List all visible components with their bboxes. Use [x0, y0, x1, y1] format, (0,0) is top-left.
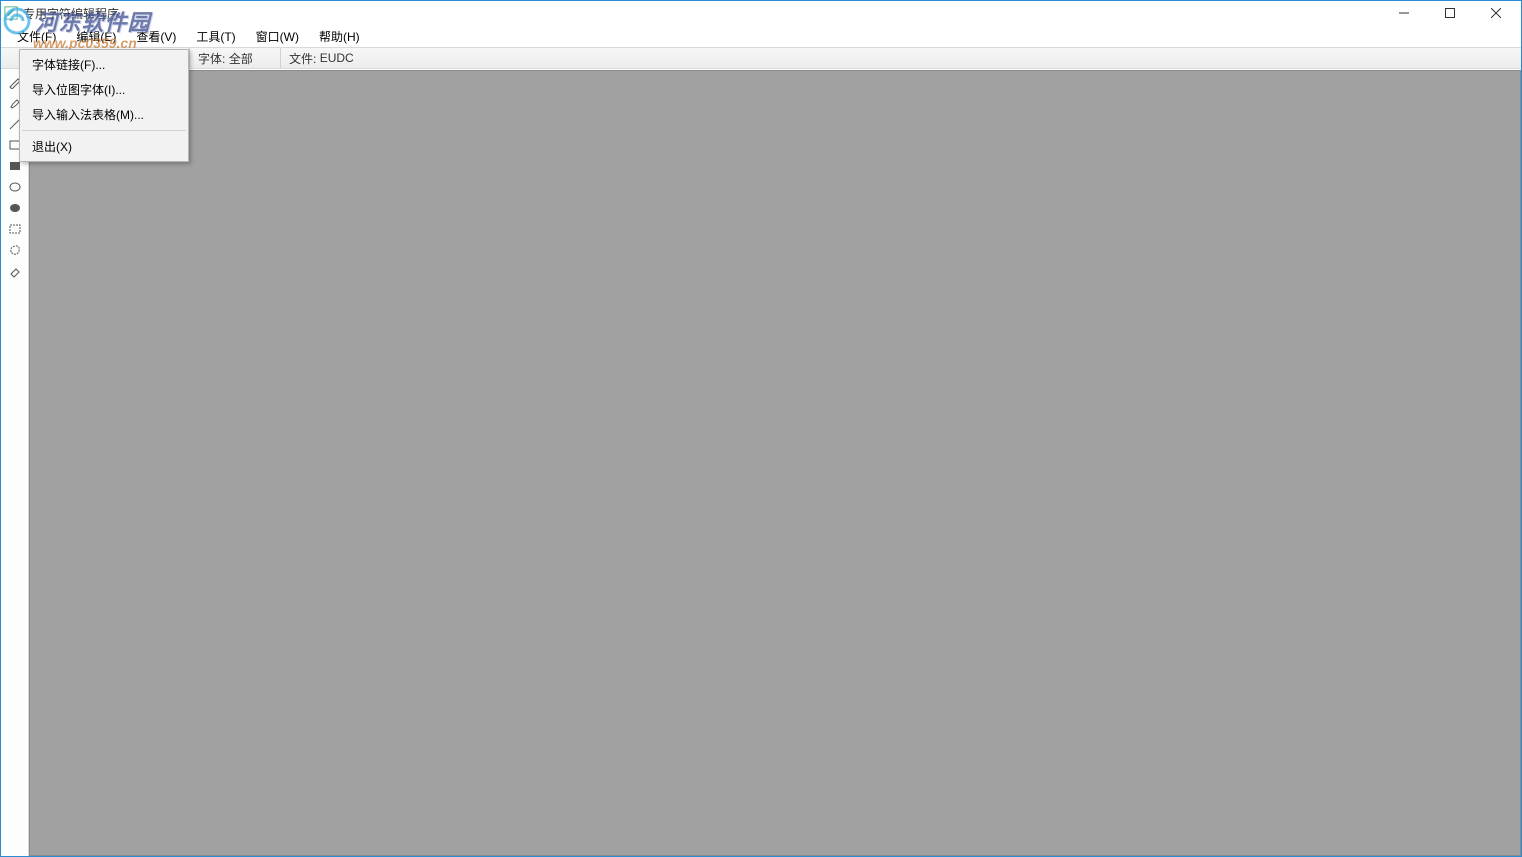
- tool-ellipse-filled[interactable]: [4, 198, 26, 218]
- font-value: 全部: [229, 50, 253, 67]
- menu-tool[interactable]: 工具(T): [186, 26, 245, 47]
- info-cell-font: 字体: 全部: [190, 48, 280, 68]
- app-icon: [3, 5, 19, 21]
- file-value: EUDC: [320, 51, 354, 65]
- menu-item-import-bitmap[interactable]: 导入位图字体(I)...: [20, 77, 188, 102]
- tool-select-freeform[interactable]: [4, 240, 26, 260]
- info-bar: 字体: 全部 文件: EUDC: [1, 47, 1521, 69]
- maximize-button[interactable]: [1427, 1, 1473, 25]
- menu-item-font-link[interactable]: 字体链接(F)...: [20, 52, 188, 77]
- workspace: [1, 69, 1521, 856]
- tool-select-rectangle[interactable]: [4, 219, 26, 239]
- menu-separator: [22, 130, 186, 131]
- title-bar: 专用字符编辑程序: [1, 1, 1521, 25]
- menu-help[interactable]: 帮助(H): [309, 26, 370, 47]
- window-controls: [1381, 1, 1519, 25]
- toolbox: [1, 70, 29, 856]
- close-button[interactable]: [1473, 1, 1519, 25]
- tool-eraser[interactable]: [4, 261, 26, 281]
- window-title: 专用字符编辑程序: [23, 5, 119, 22]
- menu-window[interactable]: 窗口(W): [246, 26, 309, 47]
- menu-item-import-ime[interactable]: 导入输入法表格(M)...: [20, 102, 188, 127]
- file-menu-dropdown: 字体链接(F)... 导入位图字体(I)... 导入输入法表格(M)... 退出…: [19, 49, 189, 162]
- menu-file[interactable]: 文件(F): [7, 26, 66, 47]
- menu-bar: 文件(F) 编辑(E) 查看(V) 工具(T) 窗口(W) 帮助(H): [1, 25, 1521, 47]
- font-label: 字体:: [198, 50, 225, 67]
- menu-view[interactable]: 查看(V): [126, 26, 186, 47]
- minimize-button[interactable]: [1381, 1, 1427, 25]
- tool-ellipse-outline[interactable]: [4, 177, 26, 197]
- menu-edit[interactable]: 编辑(E): [66, 26, 126, 47]
- app-window: 专用字符编辑程序 文件(F) 编辑(E) 查看(V) 工具(T) 窗口(W) 帮…: [0, 0, 1522, 857]
- menu-item-exit[interactable]: 退出(X): [20, 134, 188, 159]
- file-label: 文件:: [289, 50, 316, 67]
- canvas-area[interactable]: [29, 70, 1521, 856]
- info-cell-file: 文件: EUDC: [281, 48, 362, 68]
